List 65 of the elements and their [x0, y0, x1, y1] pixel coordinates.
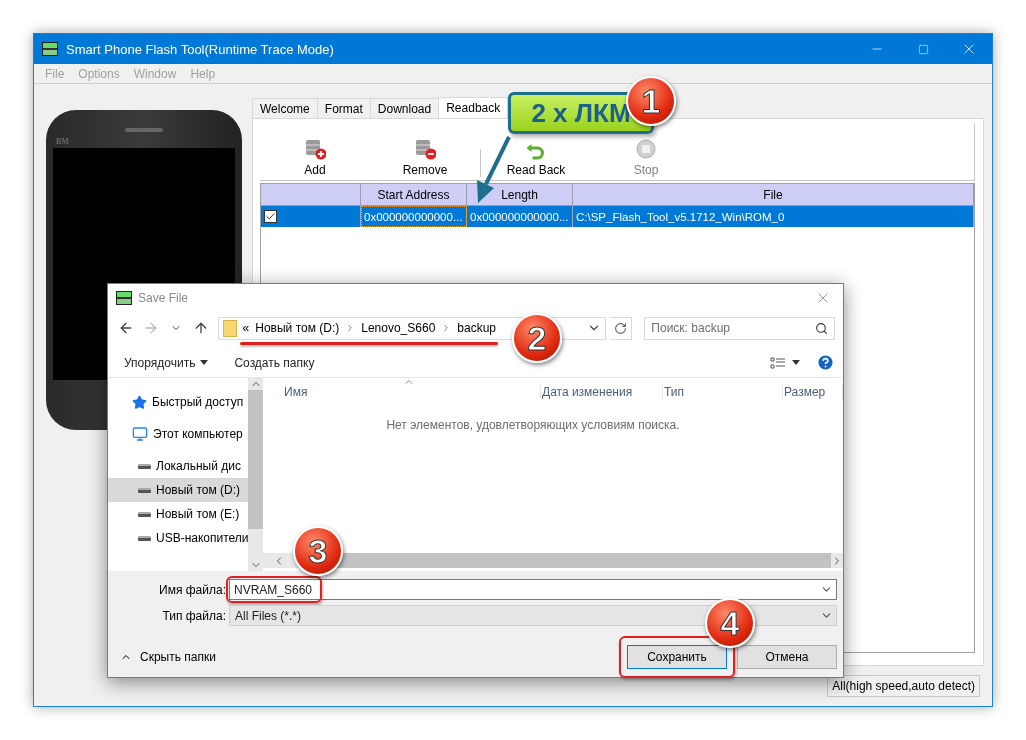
refresh-icon [613, 321, 627, 335]
drive-icon [138, 463, 151, 469]
view-button[interactable] [770, 356, 800, 369]
caret-icon [200, 360, 209, 365]
window-title: Smart Phone Flash Tool(Runtime Trace Mode) [66, 41, 335, 57]
help-icon[interactable] [816, 353, 835, 372]
stop-icon [635, 138, 657, 160]
column-header[interactable]: Имя [283, 385, 541, 399]
table-cell: 0x000000000000... [361, 206, 467, 227]
scrollbar[interactable] [248, 378, 263, 571]
star-icon [132, 394, 147, 410]
brand-label: BM [56, 137, 69, 146]
table-cell: 0x000000000000... [467, 206, 573, 227]
breadcrumb-item[interactable]: « [242, 321, 250, 335]
status-text: All(high speed,auto detect) [827, 675, 980, 697]
list-view-icon [770, 356, 786, 369]
toolbar-button[interactable]: Remove [370, 138, 480, 177]
table-cell: C:\SP_Flash_Tool_v5.1712_Win\ROM_0 [573, 206, 974, 227]
column-header[interactable]: Размер [783, 385, 843, 399]
check-icon [265, 211, 276, 222]
caret-icon [792, 360, 800, 365]
database-plus-icon [304, 138, 326, 160]
breadcrumb-item[interactable]: Новый том (D:) [255, 321, 340, 335]
nav-item[interactable]: Новый том (E:) [108, 502, 248, 526]
search-icon [815, 321, 828, 335]
search-field[interactable]: Поиск: backup [644, 316, 835, 340]
tab[interactable]: Welcome [252, 98, 318, 118]
empty-message: Нет элементов, удовлетворяющих условиям поиска. [386, 418, 680, 432]
file-name-field[interactable]: NVRAM_S660 [229, 579, 837, 600]
dialog-title: Save File [138, 291, 189, 305]
hide-folders-button[interactable]: Скрыть папки [120, 650, 617, 664]
column-header[interactable]: File [573, 184, 974, 206]
drive-icon [138, 535, 151, 541]
nav-item[interactable]: USB-накопители [108, 526, 248, 550]
column-header[interactable]: Length [467, 184, 573, 206]
save-button[interactable]: Сохранить [627, 645, 727, 669]
file-name-value: NVRAM_S660 [234, 582, 313, 597]
toolbar-button[interactable]: Read Back [481, 143, 591, 177]
command-button[interactable]: Создать папку [234, 355, 315, 370]
nav-item[interactable]: Новый том (D:) [108, 478, 248, 502]
cancel-button[interactable]: Отмена [737, 645, 837, 669]
nav-item[interactable]: Этот компьютер [108, 422, 248, 446]
tab[interactable]: Readback [438, 97, 509, 118]
field-label: Тип файла: [161, 608, 227, 623]
column-header[interactable]: Тип [663, 385, 783, 399]
monitor-icon [132, 426, 148, 442]
toolbar-button[interactable]: Add [260, 138, 370, 177]
column-header[interactable]: Start Address [361, 184, 467, 206]
app-icon [116, 291, 132, 305]
database-minus-icon [414, 138, 436, 160]
curved-arrow-icon [526, 143, 546, 160]
command-button[interactable]: Упорядочить [124, 355, 209, 370]
nav-item[interactable]: Локальный дис [108, 454, 248, 478]
breadcrumb-item[interactable]: backup [457, 321, 497, 335]
checkbox[interactable] [264, 210, 277, 223]
column-header[interactable]: Дата изменения [541, 385, 663, 399]
folder-icon [222, 319, 237, 337]
nav-item[interactable]: Быстрый доступ [108, 390, 248, 414]
drive-icon [138, 487, 151, 493]
maximize-icon [917, 43, 929, 55]
field-label: Имя файла: [158, 582, 227, 597]
drive-icon [138, 511, 151, 517]
app-icon [42, 42, 58, 56]
breadcrumb-item[interactable]: Lenovo_S660 [361, 321, 436, 335]
refresh-button[interactable] [609, 316, 633, 340]
